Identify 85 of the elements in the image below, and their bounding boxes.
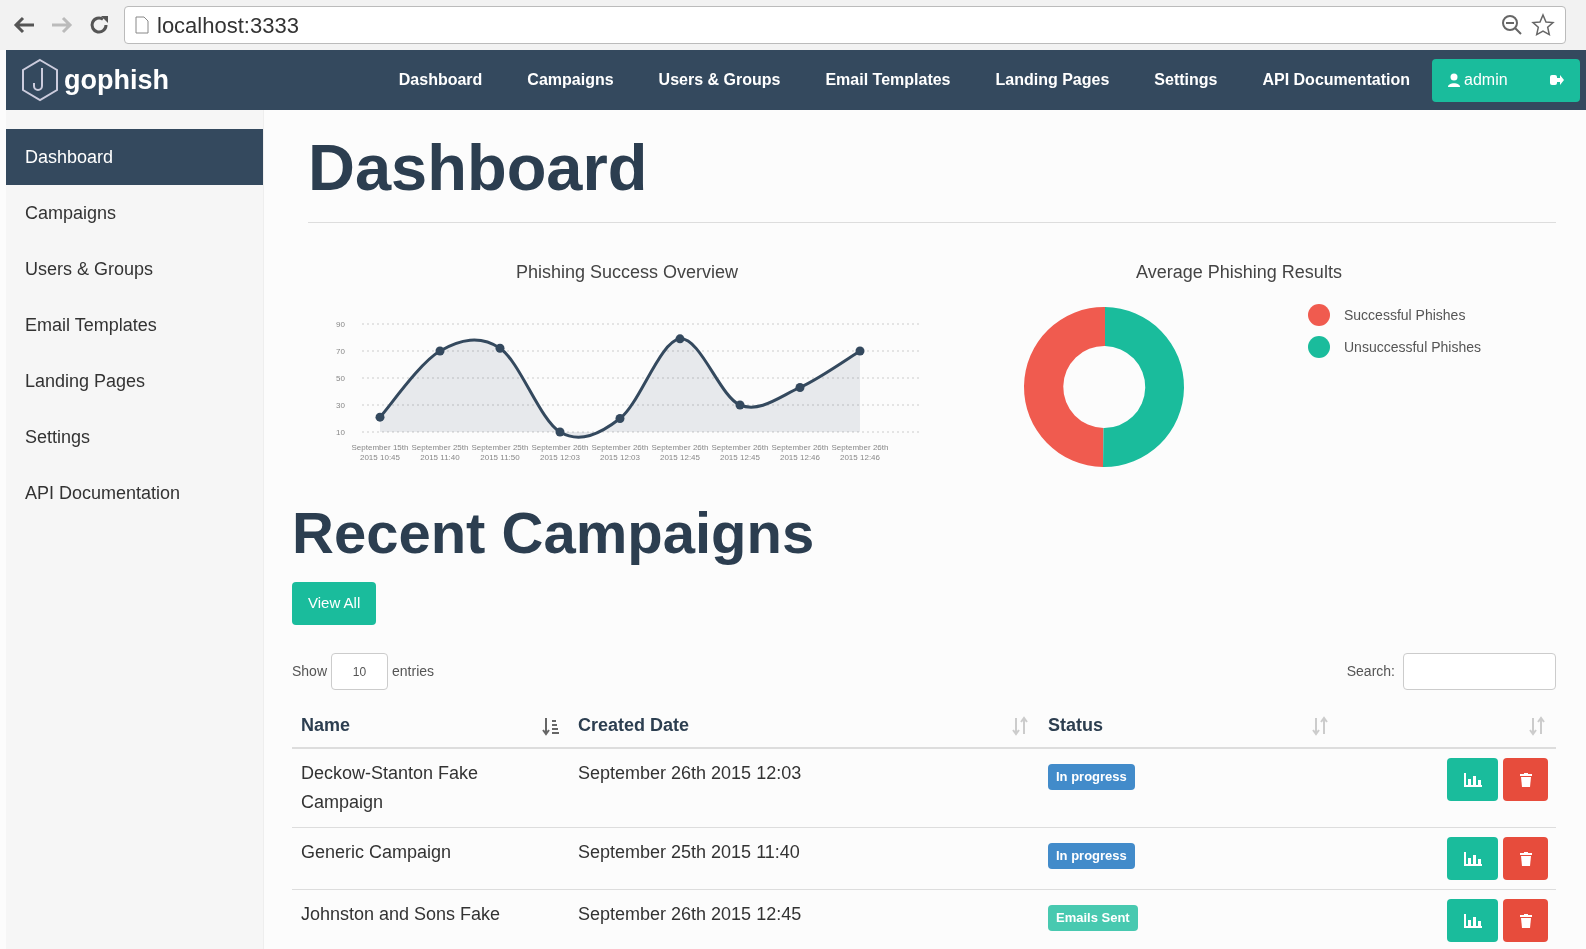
search-field[interactable] [1403, 653, 1556, 690]
nav-link[interactable]: Users & Groups [658, 68, 781, 92]
data-point [675, 334, 685, 344]
page-icon [135, 16, 149, 34]
x-tick-label: September 26th 2015 12:46 [831, 443, 889, 462]
bar-chart-icon [1463, 772, 1482, 787]
table-cell: Generic Campaign [301, 842, 452, 862]
star-icon[interactable] [1531, 13, 1555, 37]
back-icon[interactable] [12, 15, 36, 35]
entries-select[interactable]: 10 [331, 653, 389, 690]
data-point [555, 427, 565, 437]
sidebar-item[interactable]: Landing Pages [6, 353, 263, 409]
chart-title: Average Phishing Results [1135, 261, 1343, 284]
y-tick-label: 50 [336, 374, 345, 383]
stats-button[interactable] [1447, 837, 1498, 880]
x-tick-label: September 26th 2015 12:03 [531, 443, 589, 462]
logout-icon[interactable] [1550, 74, 1564, 86]
x-tick-label: September 15th 2015 10:45 [351, 443, 409, 462]
nav-link[interactable]: Email Templates [825, 68, 951, 92]
delete-button[interactable] [1503, 837, 1548, 880]
data-point [495, 343, 505, 353]
data-point [795, 382, 805, 392]
delete-button[interactable] [1503, 758, 1548, 801]
x-tick-label: September 26th 2015 12:03 [591, 443, 649, 462]
table-cell: Deckow-Stanton Fake Campaign [301, 763, 479, 812]
url-text: localhost:3333 [157, 11, 299, 40]
data-point [375, 412, 385, 422]
x-tick-label: September 26th 2015 12:46 [771, 443, 829, 462]
table-cell: September 25th 2015 11:40 [578, 842, 800, 862]
y-tick-label: 90 [336, 320, 345, 329]
status-badge: In progress [1048, 843, 1135, 869]
legend-label: Successful Phishes [1344, 305, 1466, 325]
x-tick-label: September 25th 2015 11:50 [471, 443, 529, 462]
page-title: Dashboard [308, 130, 649, 206]
zoom-icon[interactable] [1501, 14, 1523, 36]
x-tick-label: September 25th 2015 11:40 [411, 443, 469, 462]
sort-icon[interactable] [542, 715, 560, 736]
section-title: Recent Campaigns [292, 499, 816, 567]
show-label: Show [292, 662, 328, 681]
y-tick-label: 70 [336, 347, 345, 356]
status-badge: Emails Sent [1048, 905, 1138, 931]
x-tick-label: September 26th 2015 12:45 [711, 443, 769, 462]
entries-label: entries [392, 662, 435, 681]
user-icon [1448, 73, 1460, 87]
bar-chart-icon [1463, 851, 1482, 866]
x-tick-label: September 26th 2015 12:45 [651, 443, 709, 462]
y-tick-label: 30 [336, 401, 345, 410]
chart-title: Phishing Success Overview [514, 261, 740, 284]
stats-button[interactable] [1447, 899, 1498, 942]
sidebar-item[interactable]: Settings [6, 409, 263, 465]
column-header[interactable]: Created Date [578, 712, 690, 739]
table-cell: September 26th 2015 12:03 [578, 763, 802, 783]
legend-label: Unsuccessful Phishes [1344, 337, 1481, 357]
sidebar-item[interactable]: Dashboard [6, 129, 263, 185]
nav-link[interactable]: Dashboard [398, 68, 483, 92]
stats-button[interactable] [1447, 758, 1498, 801]
address-bar[interactable]: localhost:3333 [124, 6, 1566, 44]
trash-icon [1519, 851, 1532, 866]
nav-link[interactable]: Settings [1154, 68, 1218, 92]
nav-link[interactable]: Landing Pages [995, 68, 1110, 92]
reload-icon[interactable] [88, 14, 110, 36]
sidebar-item[interactable]: Campaigns [6, 185, 263, 241]
data-point [735, 400, 745, 410]
table-cell: Johnston and Sons Fake [301, 904, 501, 924]
forward-icon[interactable] [50, 15, 74, 35]
sidebar-item[interactable]: API Documentation [6, 465, 263, 521]
trash-icon [1519, 772, 1532, 787]
table-cell: September 26th 2015 12:45 [578, 904, 802, 924]
search-label: Search: [1346, 662, 1395, 681]
data-point [435, 346, 445, 356]
logo-icon [20, 58, 60, 102]
column-header[interactable]: Status [1048, 712, 1103, 739]
sidebar-item[interactable]: Users & Groups [6, 241, 263, 297]
column-header[interactable]: Name [301, 712, 351, 739]
trash-icon [1519, 913, 1532, 928]
status-badge: In progress [1048, 764, 1135, 790]
sidebar-item[interactable]: Email Templates [6, 297, 263, 353]
y-tick-label: 10 [336, 428, 345, 437]
bar-chart-icon [1463, 913, 1482, 928]
nav-link[interactable]: API Documentation [1262, 68, 1410, 92]
data-point [855, 346, 865, 356]
nav-link[interactable]: Campaigns [527, 68, 614, 92]
data-point [615, 414, 625, 423]
brand-name: gophish [64, 63, 169, 97]
delete-button[interactable] [1503, 899, 1548, 942]
